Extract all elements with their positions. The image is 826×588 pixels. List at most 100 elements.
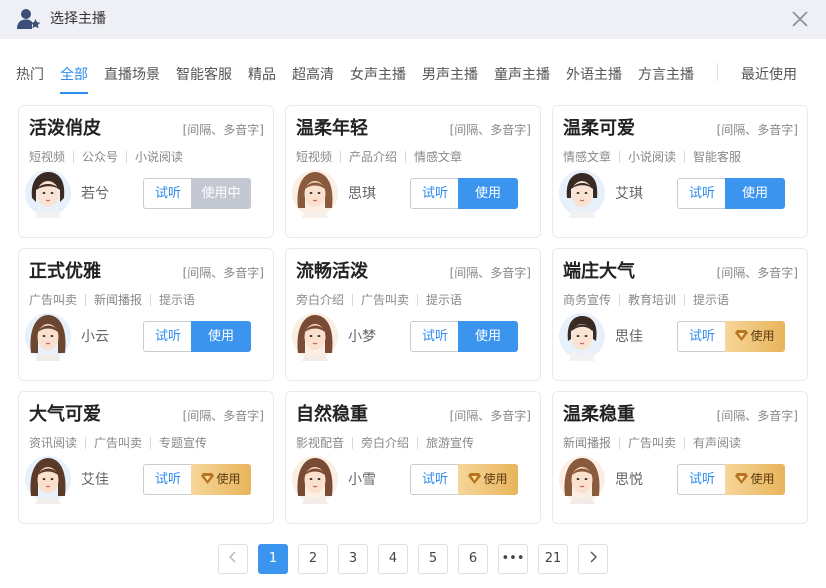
tab-live-scene[interactable]: 直播场景 (104, 66, 160, 84)
next-page-button[interactable] (578, 544, 608, 574)
tab-female-voice[interactable]: 女声主播 (350, 66, 406, 84)
card-tag: 新闻播报 (94, 293, 143, 307)
card-title: 正式优雅 (29, 261, 101, 282)
voice-card[interactable]: 活泼俏皮 [间隔、多音字] 短视频 公众号 小说阅读 若兮 试听 使用中 (18, 105, 274, 238)
avatar (25, 170, 71, 218)
voice-name: 思琪 (348, 186, 376, 202)
voice-card[interactable]: 温柔可爱 [间隔、多音字] 情感文章 小说阅读 智能客服 艾琪 试听 使用 (552, 105, 808, 238)
tab-foreign-voice[interactable]: 外语主播 (566, 66, 622, 84)
card-note: [间隔、多音字] (716, 266, 798, 280)
card-note: [间隔、多音字] (716, 409, 798, 423)
page-button[interactable]: 1 (258, 544, 288, 574)
card-tag: 专题宣传 (159, 436, 208, 450)
avatar (292, 456, 338, 504)
avatar (559, 456, 605, 504)
card-title: 温柔可爱 (563, 118, 635, 139)
use-label: 使用 (750, 329, 775, 343)
page-button[interactable]: 21 (538, 544, 568, 574)
card-tag: 短视频 (29, 150, 66, 164)
avatar (559, 313, 605, 361)
tab-premium[interactable]: 精品 (248, 66, 276, 84)
tab-dialect-voice[interactable]: 方言主播 (638, 66, 694, 84)
listen-button[interactable]: 试听 (410, 464, 459, 495)
card-note: [间隔、多音字] (182, 266, 264, 280)
card-tags: 影视配音 旁白介绍 旅游宣传 (296, 435, 474, 451)
card-tag: 有声阅读 (693, 436, 742, 450)
diamond-icon (735, 473, 749, 484)
voice-card[interactable]: 正式优雅 [间隔、多音字] 广告叫卖 新闻播报 提示语 小云 试听 使用 (18, 248, 274, 381)
use-button[interactable]: 使用 (458, 178, 518, 209)
page-button[interactable]: 2 (298, 544, 328, 574)
page-ellipsis-button[interactable]: ••• (498, 544, 528, 574)
listen-button[interactable]: 试听 (677, 178, 726, 209)
listen-button[interactable]: 试听 (677, 321, 726, 352)
page-button[interactable]: 6 (458, 544, 488, 574)
card-tag: 旁白介绍 (296, 293, 345, 307)
tab-child-voice[interactable]: 童声主播 (494, 66, 550, 84)
card-tag: 旅游宣传 (426, 436, 475, 450)
listen-button[interactable]: 试听 (143, 178, 192, 209)
avatar (25, 313, 71, 361)
vip-use-button[interactable]: 使用 (725, 464, 785, 495)
use-button[interactable]: 使用 (191, 321, 251, 352)
listen-button[interactable]: 试听 (410, 178, 459, 209)
card-tag: 资讯阅读 (29, 436, 78, 450)
card-note: [间隔、多音字] (449, 123, 531, 137)
dialog-titlebar: 选择主播 (0, 0, 826, 39)
voice-card[interactable]: 温柔年轻 [间隔、多音字] 短视频 产品介绍 情感文章 思琪 试听 使用 (285, 105, 541, 238)
in-use-button[interactable]: 使用中 (191, 178, 251, 209)
vip-use-button[interactable]: 使用 (725, 321, 785, 352)
card-tag: 旁白介绍 (361, 436, 410, 450)
use-label: 使用 (750, 472, 775, 486)
voice-name: 思悦 (615, 472, 643, 488)
tab-recent[interactable]: 最近使用 (741, 66, 797, 84)
listen-button[interactable]: 试听 (143, 321, 192, 352)
tab-male-voice[interactable]: 男声主播 (422, 66, 478, 84)
page-button[interactable]: 3 (338, 544, 368, 574)
card-tag: 短视频 (296, 150, 333, 164)
voice-card[interactable]: 大气可爱 [间隔、多音字] 资讯阅读 广告叫卖 专题宣传 艾佳 试听 使用 (18, 391, 274, 524)
voice-card[interactable]: 端庄大气 [间隔、多音字] 商务宣传 教育培训 提示语 思佳 试听 使用 (552, 248, 808, 381)
avatar (292, 170, 338, 218)
card-note: [间隔、多音字] (449, 266, 531, 280)
voice-card[interactable]: 自然稳重 [间隔、多音字] 影视配音 旁白介绍 旅游宣传 小雪 试听 使用 (285, 391, 541, 524)
card-tags: 广告叫卖 新闻播报 提示语 (29, 292, 195, 308)
voice-name: 小梦 (348, 329, 376, 345)
listen-button[interactable]: 试听 (677, 464, 726, 495)
card-tag: 广告叫卖 (628, 436, 677, 450)
vip-use-button[interactable]: 使用 (458, 464, 518, 495)
page-button[interactable]: 5 (418, 544, 448, 574)
card-tag: 提示语 (693, 293, 730, 307)
page-button[interactable]: 4 (378, 544, 408, 574)
tab-ultra-hd[interactable]: 超高清 (292, 66, 334, 84)
card-tag: 广告叫卖 (29, 293, 78, 307)
use-button[interactable]: 使用 (458, 321, 518, 352)
card-title: 活泼俏皮 (29, 118, 101, 139)
card-tag: 广告叫卖 (361, 293, 410, 307)
listen-button[interactable]: 试听 (143, 464, 192, 495)
tab-hot[interactable]: 热门 (16, 66, 44, 84)
select-voice-dialog: 选择主播 热门 全部 直播场景 智能客服 精品 超高清 女声主播 男声主播 童声… (0, 0, 826, 588)
voice-card[interactable]: 流畅活泼 [间隔、多音字] 旁白介绍 广告叫卖 提示语 小梦 试听 使用 (285, 248, 541, 381)
prev-page-button[interactable] (218, 544, 248, 574)
card-note: [间隔、多音字] (182, 409, 264, 423)
vip-use-button[interactable]: 使用 (191, 464, 251, 495)
close-icon[interactable] (791, 10, 809, 28)
listen-button[interactable]: 试听 (410, 321, 459, 352)
voice-name: 若兮 (81, 186, 109, 202)
card-tag: 教育培训 (628, 293, 677, 307)
voice-name: 小云 (81, 329, 109, 345)
card-tags: 资讯阅读 广告叫卖 专题宣传 (29, 435, 207, 451)
user-star-icon (17, 9, 41, 29)
use-label: 使用 (483, 472, 508, 486)
tab-all[interactable]: 全部 (60, 66, 88, 84)
voice-card[interactable]: 温柔稳重 [间隔、多音字] 新闻播报 广告叫卖 有声阅读 思悦 试听 使用 (552, 391, 808, 524)
tab-smart-service[interactable]: 智能客服 (176, 66, 232, 84)
card-tag: 小说阅读 (628, 150, 677, 164)
diamond-icon (735, 330, 749, 341)
card-tags: 商务宣传 教育培训 提示语 (563, 292, 729, 308)
voice-name: 小雪 (348, 472, 376, 488)
card-title: 大气可爱 (29, 404, 101, 425)
card-tag: 公众号 (82, 150, 119, 164)
use-button[interactable]: 使用 (725, 178, 785, 209)
